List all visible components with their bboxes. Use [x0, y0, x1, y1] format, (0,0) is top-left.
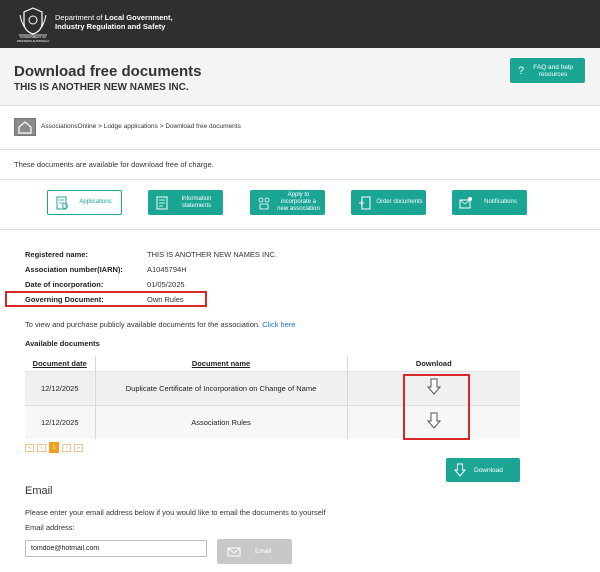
next-page-button[interactable]: › — [62, 444, 71, 452]
home-button[interactable] — [14, 118, 36, 136]
applications-icon — [56, 196, 68, 209]
nav-information-statements-label: Information statements — [181, 195, 212, 209]
first-page-button[interactable]: « — [25, 444, 34, 452]
main-content: Download free documents THIS IS ANOTHER … — [0, 48, 600, 572]
email-description: Please enter your email address below if… — [25, 508, 326, 517]
breadcrumb-associations[interactable]: AssociationsOnline > — [41, 123, 102, 130]
nav-apply-incorporate-button[interactable]: Apply to incorporate a new association — [250, 190, 325, 215]
click-here-link[interactable]: Click here — [262, 320, 295, 329]
purchase-text: To view and purchase publicly available … — [25, 320, 296, 329]
dept-line2: Industry Regulation and Safety — [55, 22, 166, 31]
download-icon — [454, 463, 466, 477]
nav-applications-button[interactable]: Applications — [47, 190, 122, 215]
dept-line1-bold: Local Government, — [104, 13, 173, 22]
row-date: 12/12/2025 — [25, 404, 96, 439]
current-page[interactable]: 1 — [49, 442, 59, 453]
row-date: 12/12/2025 — [25, 370, 96, 405]
nav-notifications-label: Notifications — [484, 199, 517, 205]
row-name: Association Rules — [95, 404, 348, 439]
intro-row: These documents are available for downlo… — [0, 150, 600, 180]
breadcrumb: AssociationsOnline > Lodge applications … — [0, 106, 600, 150]
email-button[interactable]: Email — [217, 539, 292, 564]
title-area: Download free documents THIS IS ANOTHER … — [0, 48, 600, 106]
header-document-date[interactable]: Document date — [25, 356, 96, 371]
page-title: Download free documents — [14, 63, 202, 80]
nav-applications-label: Applications — [79, 199, 112, 205]
apply-incorporate-icon — [258, 197, 270, 209]
nav-information-statements-button[interactable]: Information statements — [148, 190, 223, 215]
header-document-name[interactable]: Document name — [95, 356, 348, 371]
dept-line1-prefix: Department of — [55, 13, 105, 22]
header-download: Download — [347, 356, 520, 371]
page-subtitle: THIS IS ANOTHER NEW NAMES INC. — [14, 82, 189, 93]
home-icon — [18, 121, 32, 134]
breadcrumb-current: Download free documents — [165, 123, 241, 130]
information-statements-icon — [156, 196, 168, 209]
email-address-label: Email address: — [25, 523, 75, 532]
email-address-input[interactable] — [25, 540, 207, 557]
crest-caption-line2: WESTERN AUSTRALIA — [16, 38, 50, 43]
envelope-icon — [227, 547, 241, 556]
nav-buttons: Applications Information statements Appl… — [0, 180, 600, 230]
department-name: Department of Local Government, Industry… — [55, 13, 173, 31]
faq-help-button[interactable]: ? FAQ and help resources — [510, 58, 585, 83]
email-button-label: Email — [255, 548, 272, 555]
intro-text: These documents are available for downlo… — [14, 160, 214, 169]
last-page-button[interactable]: » — [74, 444, 83, 452]
available-documents-title: Available documents — [25, 339, 100, 348]
nav-apply-incorporate-label: Apply to incorporate a new association — [277, 192, 320, 212]
email-section-title: Email — [25, 485, 53, 497]
order-documents-icon — [359, 196, 371, 209]
wa-crest-logo[interactable]: GOVERNMENT OF WESTERN AUSTRALIA — [14, 5, 52, 45]
breadcrumb-lodge[interactable]: Lodge applications > — [104, 123, 164, 130]
nav-order-documents-button[interactable]: Order documents — [351, 190, 426, 215]
highlight-download-column — [403, 374, 470, 440]
row-name: Duplicate Certificate of Incorporation o… — [95, 370, 348, 405]
prev-page-button[interactable]: ‹ — [37, 444, 46, 452]
nav-order-documents-label: Order documents — [376, 199, 423, 205]
question-icon: ? — [518, 64, 525, 77]
breadcrumb-trail: AssociationsOnline > Lodge applications … — [41, 123, 241, 130]
notifications-icon — [459, 196, 472, 208]
highlight-governing-document — [5, 291, 207, 307]
faq-label: FAQ and help resources — [533, 63, 573, 78]
site-header: GOVERNMENT OF WESTERN AUSTRALIA Departme… — [0, 0, 600, 48]
nav-notifications-button[interactable]: Notifications — [452, 190, 527, 215]
download-button[interactable]: Download — [446, 458, 520, 482]
download-label: Download — [474, 466, 503, 474]
pagination: « ‹ 1 › » — [25, 442, 83, 453]
